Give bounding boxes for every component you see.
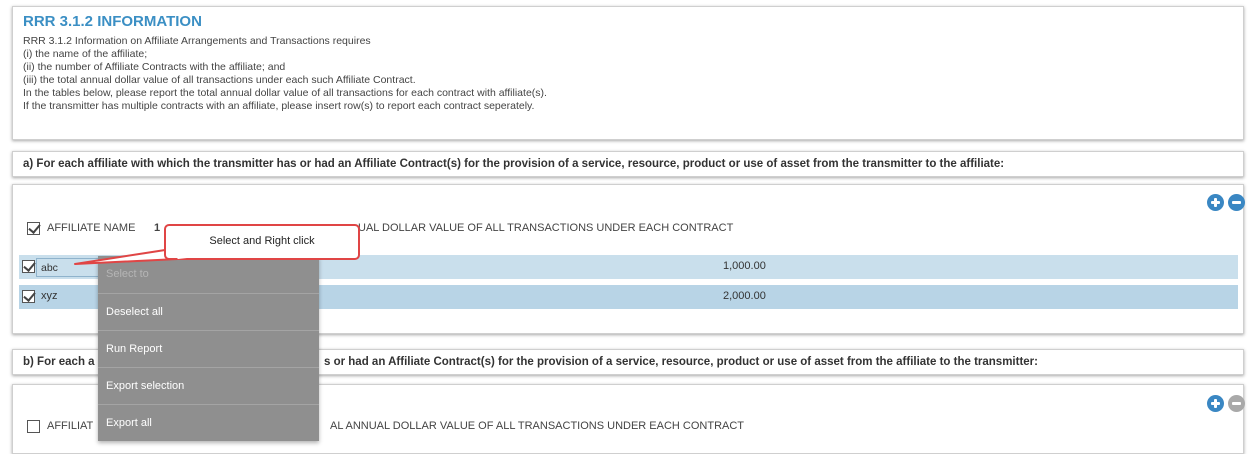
callout-pointer (74, 247, 199, 265)
callout-box: Select and Right click (164, 224, 360, 260)
callout-text: Select and Right click (209, 235, 315, 247)
